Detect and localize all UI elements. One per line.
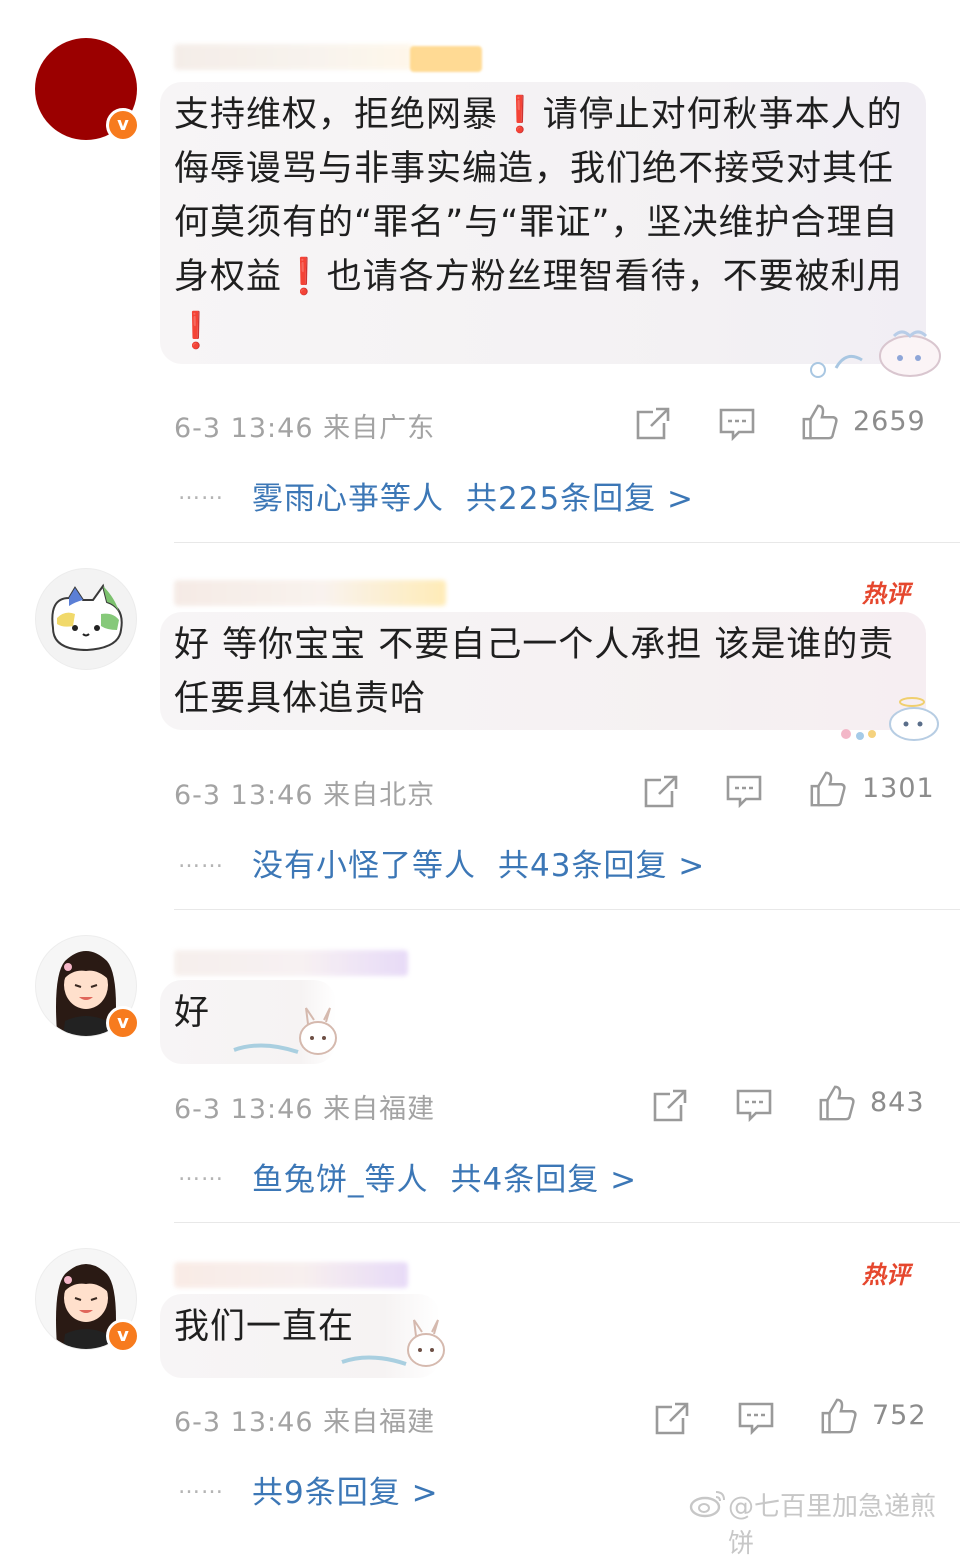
reply-users[interactable]: 雾雨心亊等人 (252, 481, 444, 517)
comment-timestamp-location: 6-3 13:46 来自福建 (174, 1407, 436, 1438)
watermark-text: @七百里加急递煎饼 (728, 1492, 937, 1559)
hot-comment-badge: 热评 (862, 1261, 910, 1289)
comment-text: 好 等你宝宝 不要自己一个人承担 该是谁的责任要具体追责哈 (174, 625, 895, 719)
share-icon[interactable] (651, 1086, 689, 1126)
weibo-logo-icon (689, 1491, 725, 1518)
cat-avatar-icon (51, 583, 123, 652)
cute-cloud-sticker-icon (810, 330, 941, 378)
verified-badge-icon: v (106, 1319, 140, 1353)
reply-count[interactable]: 共225条回复 > (466, 481, 694, 517)
reply-dots: …… (178, 1474, 224, 1499)
reply-count[interactable]: 共4条回复 > (451, 1162, 638, 1198)
share-icon[interactable] (642, 772, 680, 812)
bunny-sticker-icon (233, 1007, 337, 1055)
divider (174, 909, 960, 910)
like-icon[interactable] (817, 1083, 857, 1123)
reply-users[interactable]: 没有小怪了等人 (252, 848, 476, 884)
reply-summary-link[interactable]: 雾雨心亊等人 共225条回复 > (252, 473, 694, 518)
verified-badge-icon: v (106, 1006, 140, 1040)
reply-dots: …… (178, 480, 224, 505)
comment-icon[interactable] (724, 771, 764, 811)
bunny-sticker-icon (341, 1319, 445, 1367)
reply-count[interactable]: 共43条回复 > (498, 848, 705, 884)
comment-timestamp-location: 6-3 13:46 来自福建 (174, 1094, 436, 1125)
username-blurred[interactable] (174, 580, 446, 606)
hot-comment-badge: 热评 (862, 580, 910, 608)
like-count: 752 (872, 1400, 927, 1431)
reply-summary-link[interactable]: 共9条回复 > (252, 1467, 439, 1512)
reply-summary-link[interactable]: 没有小怪了等人 共43条回复 > (252, 840, 705, 885)
comment-text: 支持维权，拒绝网暴❗️请停止对何秋亊本人的侮辱谩骂与非事实编造，我们绝不接受对其… (174, 95, 903, 351)
like-icon[interactable] (808, 769, 848, 809)
username-blurred[interactable] (174, 1262, 408, 1288)
verified-badge-icon: v (106, 108, 140, 142)
like-icon[interactable] (800, 402, 840, 442)
divider (174, 1222, 960, 1223)
comment-timestamp-location: 6-3 13:46 来自广东 (174, 413, 436, 444)
comment-icon[interactable] (717, 404, 757, 444)
comment-item: v 支持维权，拒绝网暴❗️请停止对何秋亊本人的侮辱谩骂与非事实编造，我们绝不接受… (0, 0, 960, 545)
comment-icon[interactable] (734, 1085, 774, 1125)
username-blurred[interactable] (174, 950, 408, 976)
share-icon[interactable] (653, 1399, 691, 1439)
fan-level-badge (410, 46, 482, 72)
like-count: 843 (870, 1087, 925, 1118)
share-icon[interactable] (634, 404, 672, 444)
like-icon[interactable] (819, 1396, 859, 1436)
angel-sticker-icon (841, 697, 939, 741)
reply-count[interactable]: 共9条回复 > (252, 1475, 439, 1511)
divider (174, 542, 960, 543)
reply-dots: …… (178, 1161, 224, 1186)
comment-icon[interactable] (736, 1398, 776, 1438)
reply-summary-link[interactable]: 鱼兔饼_等人 共4条回复 > (252, 1154, 637, 1199)
comment-timestamp-location: 6-3 13:46 来自北京 (174, 780, 436, 811)
like-count: 2659 (853, 406, 926, 437)
like-count: 1301 (862, 773, 935, 804)
reply-users[interactable]: 鱼兔饼_等人 (252, 1162, 429, 1198)
reply-dots: …… (178, 848, 224, 873)
user-avatar[interactable] (35, 568, 137, 670)
username-blurred[interactable] (174, 44, 414, 70)
